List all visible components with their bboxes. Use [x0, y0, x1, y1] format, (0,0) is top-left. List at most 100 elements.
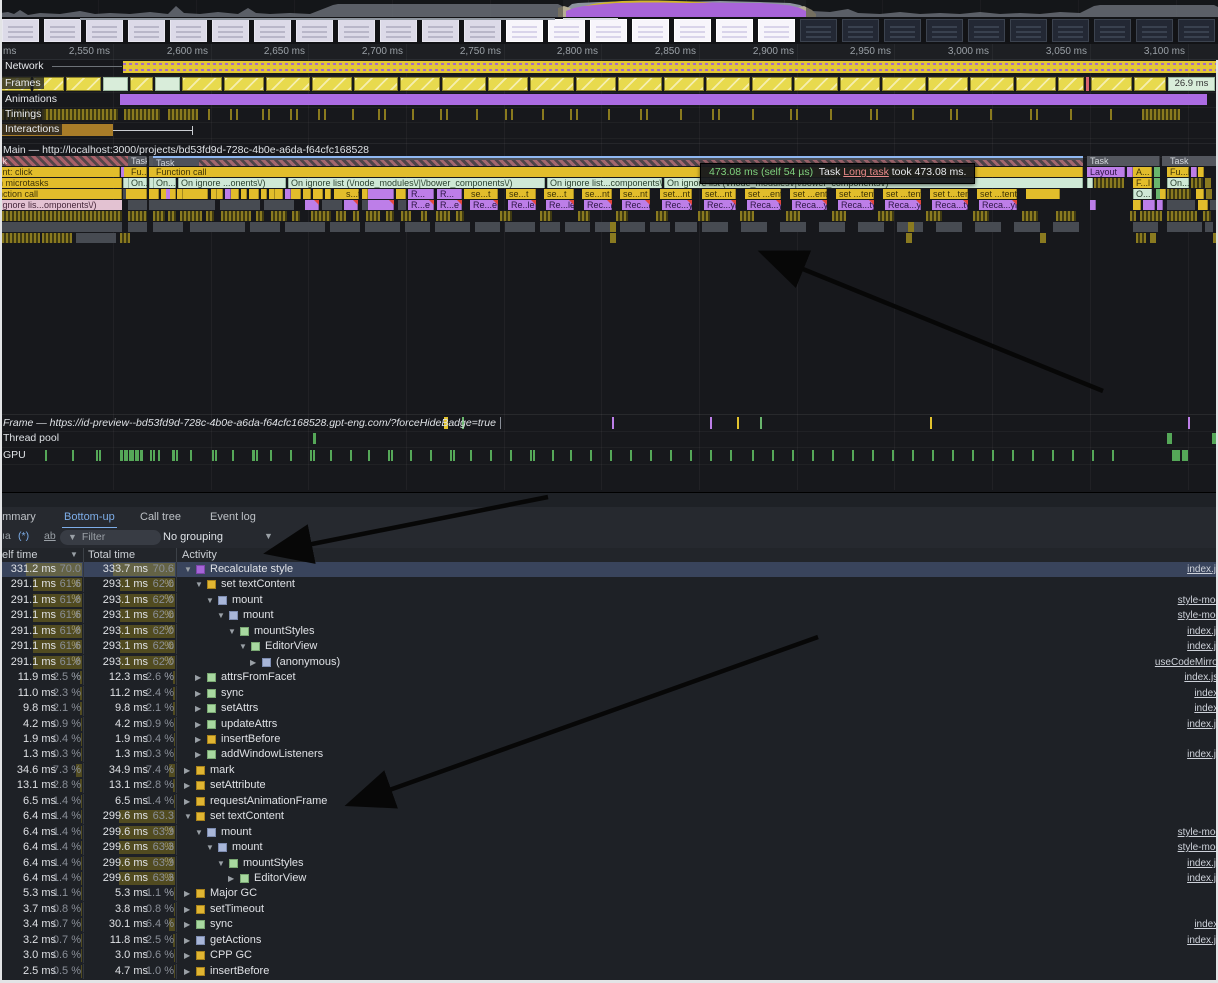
- flame-segment[interactable]: [436, 211, 450, 221]
- flame-segment[interactable]: R...e: [408, 200, 434, 210]
- flame-segment[interactable]: Reca...yle: [747, 200, 781, 210]
- activity-label[interactable]: mount: [243, 608, 274, 623]
- flame-segment[interactable]: [256, 211, 264, 221]
- activity-label[interactable]: mount: [221, 825, 252, 840]
- flame-segment[interactable]: Rec...le: [584, 200, 612, 210]
- gpu-activity-tick[interactable]: [391, 450, 393, 461]
- activity-label[interactable]: setAttrs: [221, 701, 258, 716]
- gpu-activity-tick[interactable]: [368, 450, 370, 461]
- flame-segment[interactable]: [610, 222, 616, 232]
- flame-segment[interactable]: set ...ent: [745, 189, 781, 199]
- disclosure-collapsed-icon[interactable]: ▶: [250, 655, 256, 670]
- flame-segment[interactable]: [1191, 167, 1197, 177]
- flame-segment[interactable]: [786, 211, 800, 221]
- gpu-activity-tick[interactable]: [1112, 450, 1114, 461]
- flame-segment[interactable]: Rec...le: [622, 200, 650, 210]
- flame-segment[interactable]: [1056, 211, 1076, 221]
- flame-segment[interactable]: [1022, 211, 1038, 221]
- disclosure-collapsed-icon[interactable]: ▶: [184, 964, 190, 979]
- flame-segment[interactable]: se...nt: [620, 189, 650, 199]
- flame-segment[interactable]: [285, 222, 325, 232]
- flame-segment[interactable]: [1087, 178, 1093, 188]
- flame-segment[interactable]: [249, 189, 259, 199]
- flame-segment[interactable]: [832, 211, 846, 221]
- activity-label[interactable]: mount: [232, 840, 263, 855]
- flame-segment[interactable]: [311, 211, 331, 221]
- source-location-link[interactable]: index.js: [1187, 933, 1218, 948]
- gpu-activity-tick[interactable]: [172, 450, 175, 461]
- flame-segment[interactable]: [261, 189, 267, 199]
- gpu-activity-tick[interactable]: [752, 450, 754, 461]
- disclosure-expanded-icon[interactable]: ▼: [217, 608, 225, 623]
- column-header-self-time[interactable]: elf time ▼: [0, 548, 84, 562]
- flame-segment[interactable]: [1167, 200, 1195, 210]
- table-row[interactable]: 11.9 ms2.5 %12.3 ms2.6 %▶attrsFromFaceti…: [0, 670, 1218, 685]
- flame-segment[interactable]: On ignore list (\/node_modules\/|\/bower…: [288, 178, 545, 188]
- source-location-link[interactable]: index.: [1194, 701, 1218, 716]
- gpu-activity-tick[interactable]: [232, 450, 234, 461]
- flame-segment[interactable]: [1198, 167, 1204, 177]
- gpu-activity-tick[interactable]: [610, 450, 612, 461]
- gpu-activity-tick[interactable]: [552, 450, 554, 461]
- activity-label[interactable]: mountStyles: [254, 624, 315, 639]
- source-location-link[interactable]: style-mod: [1178, 593, 1218, 608]
- disclosure-collapsed-icon[interactable]: ▶: [184, 948, 190, 963]
- flame-segment[interactable]: set ...tent: [836, 189, 874, 199]
- gpu-activity-tick[interactable]: [270, 450, 272, 461]
- gpu-activity-tick[interactable]: [453, 450, 455, 461]
- disclosure-expanded-icon[interactable]: ▼: [217, 856, 225, 871]
- flame-segment[interactable]: n ignore lis...omponents\/): [0, 200, 122, 210]
- flame-segment[interactable]: Re..le: [508, 200, 536, 210]
- table-row[interactable]: 291.1 ms61.6 %293.1 ms62.0 %▼mountstyle-…: [0, 593, 1218, 608]
- flame-segment[interactable]: [1133, 222, 1158, 232]
- table-row[interactable]: 1.3 ms0.3 %1.3 ms0.3 %▶addWindowListener…: [0, 747, 1218, 762]
- gpu-activity-tick[interactable]: [252, 450, 255, 461]
- flame-segment[interactable]: se...nt: [582, 189, 612, 199]
- gpu-activity-tick[interactable]: [710, 450, 712, 461]
- track-thread-pool[interactable]: Thread pool: [0, 430, 1218, 448]
- gpu-activity-tick[interactable]: [490, 450, 492, 461]
- table-row[interactable]: 6.4 ms1.4 %299.6 ms63.3 %▼set textConten…: [0, 809, 1218, 824]
- flame-segment[interactable]: [1014, 222, 1040, 232]
- table-row[interactable]: 3.0 ms0.6 %3.0 ms0.6 %▶CPP GC: [0, 948, 1218, 963]
- flame-segment[interactable]: [1094, 178, 1124, 188]
- table-row[interactable]: 5.3 ms1.1 %5.3 ms1.1 %▶Major GC: [0, 886, 1218, 901]
- activity-label[interactable]: Major GC: [210, 886, 257, 901]
- gpu-activity-tick[interactable]: [1032, 450, 1034, 461]
- flame-segment[interactable]: [540, 211, 552, 221]
- gpu-activity-tick[interactable]: [430, 450, 432, 461]
- frame-track-event-tick[interactable]: [737, 417, 739, 429]
- flame-segment[interactable]: [271, 211, 287, 221]
- match-case-icon[interactable]: ıa: [2, 530, 11, 542]
- tab-ummary[interactable]: ummary: [0, 507, 38, 527]
- gpu-activity-tick[interactable]: [190, 450, 192, 461]
- gpu-activity-tick[interactable]: [176, 450, 178, 461]
- flame-segment[interactable]: [365, 222, 400, 232]
- flame-segment[interactable]: Rec...yle: [704, 200, 736, 210]
- flame-segment[interactable]: [650, 222, 670, 232]
- gpu-activity-tick[interactable]: [158, 450, 160, 461]
- tooltip-warning-link[interactable]: Long task: [843, 166, 889, 178]
- flame-segment[interactable]: [305, 200, 319, 210]
- gpu-activity-tick[interactable]: [590, 450, 592, 461]
- flame-segment[interactable]: O...: [1133, 189, 1152, 199]
- table-row[interactable]: 1.9 ms0.4 %1.9 ms0.4 %▶insertBefore: [0, 732, 1218, 747]
- flame-segment[interactable]: [421, 211, 427, 221]
- flame-segment[interactable]: R...: [408, 189, 434, 199]
- flame-segment[interactable]: [0, 211, 122, 221]
- flame-segment[interactable]: [401, 211, 411, 221]
- flame-segment[interactable]: [368, 200, 394, 210]
- flame-segment[interactable]: [1130, 211, 1136, 221]
- thread-pool-activity-tick[interactable]: [1167, 433, 1172, 444]
- table-row[interactable]: 9.8 ms2.1 %9.8 ms2.1 %▶setAttrsindex.: [0, 701, 1218, 716]
- match-whole-word-icon[interactable]: ab: [44, 530, 56, 542]
- flame-segment[interactable]: [906, 233, 912, 243]
- table-row[interactable]: 6.4 ms1.4 %299.6 ms63.3 %▼mountstyle-mod: [0, 840, 1218, 855]
- gpu-activity-tick[interactable]: [310, 450, 312, 461]
- table-row[interactable]: 13.1 ms2.8 %13.1 ms2.8 %▶setAttribute: [0, 778, 1218, 793]
- flame-segment[interactable]: [398, 200, 406, 210]
- flame-segment[interactable]: [908, 222, 914, 232]
- source-location-link[interactable]: useCodeMirror: [1155, 655, 1218, 670]
- gpu-activity-tick[interactable]: [952, 450, 954, 461]
- grouping-dropdown[interactable]: No grouping: [163, 531, 223, 543]
